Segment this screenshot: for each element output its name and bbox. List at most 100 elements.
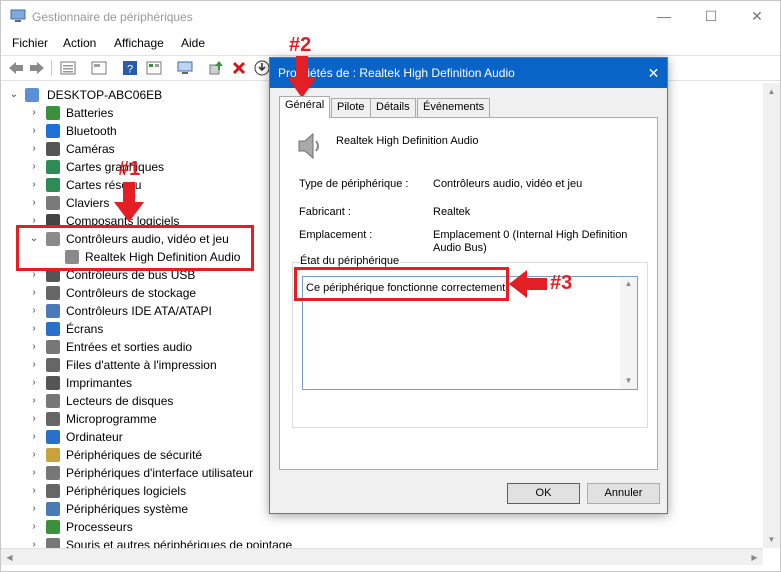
scroll-left-icon[interactable]: ◀ [1,549,18,566]
tree-item-label: Périphériques d'interface utilisateur [66,466,254,480]
horizontal-scrollbar[interactable]: ◀ ▶ [1,548,763,565]
tab-details[interactable]: Détails [370,98,416,117]
tab-general[interactable]: Général [279,96,331,118]
minimize-button[interactable]: — [641,1,687,32]
chevron-right-icon[interactable]: › [28,284,40,302]
tree-item-label: Contrôleurs de stockage [66,286,197,300]
chevron-right-icon[interactable]: › [28,104,40,122]
annotation-arrow-3-icon [509,270,547,298]
monitor-icon[interactable] [176,59,194,77]
chevron-right-icon[interactable]: › [28,320,40,338]
chevron-right-icon[interactable]: › [28,536,40,548]
chevron-right-icon[interactable]: › [28,122,40,140]
chevron-right-icon[interactable]: › [28,464,40,482]
computer-icon [25,88,39,102]
device-category-icon [46,178,60,192]
vertical-scrollbar[interactable]: ▲ ▼ [763,83,780,548]
menu-affichage[interactable]: Affichage [114,36,164,50]
update-driver-icon[interactable] [207,59,225,77]
device-category-icon [46,538,60,548]
annotation-box-3 [294,267,509,301]
status-scroll-down-icon[interactable]: ▼ [620,374,637,388]
annotation-label-3: #3 [550,272,573,294]
device-category-icon [46,124,60,138]
device-manager-icon [10,9,26,22]
status-scroll-up-icon[interactable]: ▲ [620,277,637,291]
annotation-box-1 [16,225,254,271]
svg-text:?: ? [127,64,133,76]
status-scrollbar[interactable]: ▲ ▼ [620,277,637,389]
device-category-icon [46,484,60,498]
ok-button[interactable]: OK [507,483,580,504]
device-category-icon [46,430,60,444]
chevron-right-icon[interactable]: › [28,500,40,518]
tree-item-label: Cartes graphiques [66,160,165,174]
device-category-icon [46,466,60,480]
close-button[interactable]: ✕ [734,1,780,32]
grid-view-icon[interactable] [145,59,163,77]
chevron-right-icon[interactable]: › [28,302,40,320]
chevron-right-icon[interactable]: › [28,446,40,464]
chevron-right-icon[interactable]: › [28,392,40,410]
chevron-right-icon[interactable]: › [28,176,40,194]
tree-item[interactable]: › Souris et autres périphériques de point… [1,536,561,548]
tree-item-label: Processeurs [66,520,133,534]
forward-arrow-icon[interactable] [28,59,46,77]
chevron-right-icon[interactable]: › [28,374,40,392]
chevron-right-icon[interactable]: › [28,428,40,446]
tree-item-label: Files d'attente à l'impression [66,358,217,372]
chevron-right-icon[interactable]: › [28,338,40,356]
scroll-up-icon[interactable]: ▲ [763,83,780,100]
menu-fichier[interactable]: Fichier [12,36,48,50]
chevron-right-icon[interactable]: › [28,194,40,212]
toolbar-separator [51,60,52,76]
tree-item-label: Écrans [66,322,104,336]
cancel-button[interactable]: Annuler [587,483,660,504]
device-category-icon [46,358,60,372]
tree-item-label: Périphériques de sécurité [66,448,203,462]
device-category-icon [46,322,60,336]
annotation-arrow-1-icon [114,182,144,222]
tree-item-label: Batteries [66,106,114,120]
tab-evenements[interactable]: Événements [417,98,491,117]
dialog-close-button[interactable]: ✕ [640,58,667,88]
tree-item[interactable]: › Processeurs [1,518,561,536]
back-arrow-icon[interactable] [7,59,25,77]
device-category-icon [46,304,60,318]
device-category-icon [46,394,60,408]
chevron-down-icon[interactable]: ⌄ [8,86,20,104]
device-category-icon [46,520,60,534]
menu-action[interactable]: Action [63,36,96,50]
manufacturer-value: Realtek [433,206,471,218]
menu-aide[interactable]: Aide [181,36,205,50]
dialog-title-bar: Propriétés de : Realtek High Definition … [270,58,667,88]
device-category-icon [46,286,60,300]
tree-item-label: Claviers [66,196,110,210]
device-category-icon [46,412,60,426]
location-value: Emplacement 0 (Internal High Definition … [433,229,628,254]
tree-item-label: Périphériques logiciels [66,484,187,498]
annotation-arrow-2-icon [288,56,316,98]
properties-list-icon[interactable] [59,59,77,77]
annotation-label-2: #2 [289,34,312,56]
chevron-right-icon[interactable]: › [28,356,40,374]
chevron-right-icon[interactable]: › [28,482,40,500]
scroll-right-icon[interactable]: ▶ [746,549,763,566]
tree-item-label: Souris et autres périphériques de pointa… [66,538,293,548]
window-title: Gestionnaire de périphériques [32,10,193,24]
chevron-right-icon[interactable]: › [28,140,40,158]
details-view-icon[interactable] [90,59,108,77]
chevron-right-icon[interactable]: › [28,158,40,176]
scroll-down-icon[interactable]: ▼ [763,531,780,548]
device-category-icon [46,502,60,516]
chevron-right-icon[interactable]: › [28,410,40,428]
speaker-icon [298,132,319,160]
help-icon[interactable]: ? [121,59,139,77]
tree-item-label: Contrôleurs IDE ATA/ATAPI [66,304,212,318]
uninstall-x-icon[interactable] [230,59,248,77]
tab-pilote[interactable]: Pilote [331,98,371,117]
device-category-icon [46,196,60,210]
maximize-button[interactable]: ☐ [688,1,734,32]
chevron-right-icon[interactable]: › [28,518,40,536]
tree-item-label: Périphériques système [66,502,189,516]
